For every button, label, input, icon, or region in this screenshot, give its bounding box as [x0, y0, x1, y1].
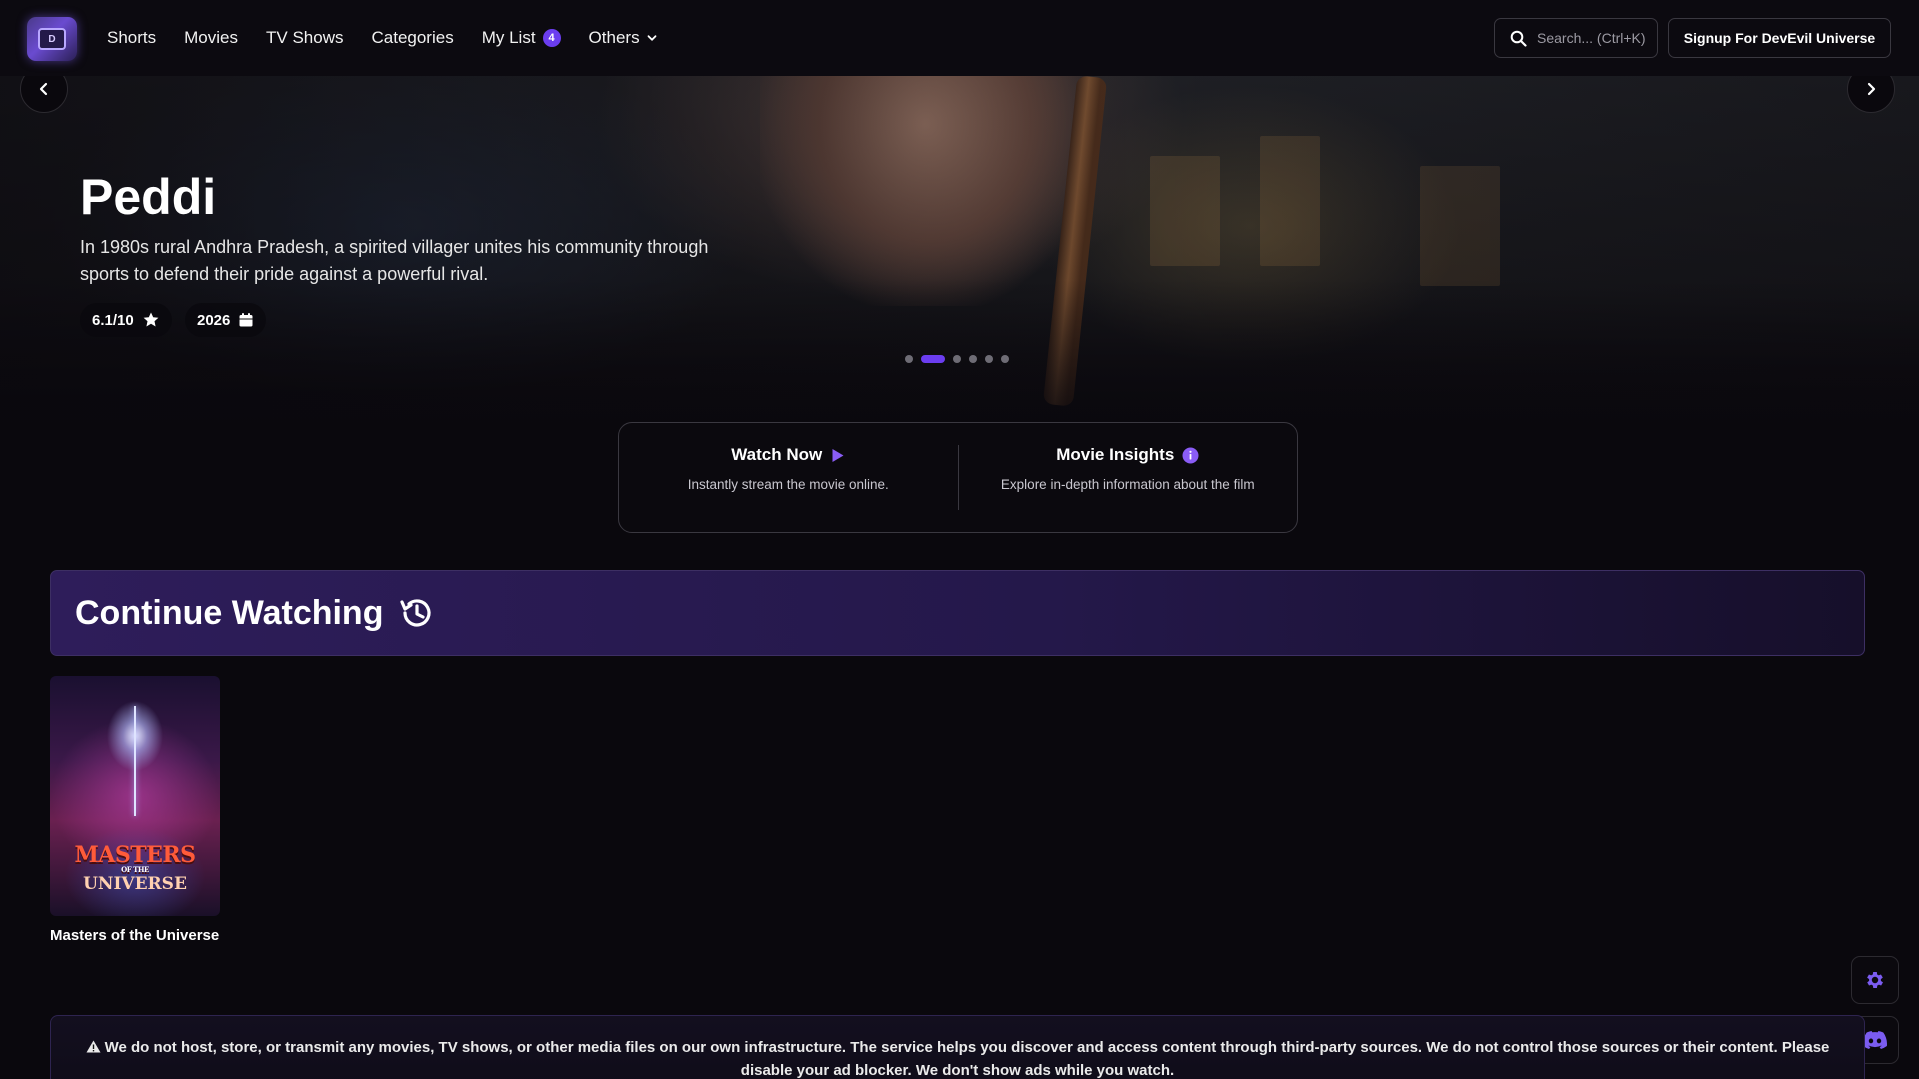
- search-icon: [1510, 30, 1527, 47]
- warning-icon: [86, 1040, 101, 1053]
- hero-title: Peddi: [80, 169, 217, 225]
- disclaimer-text: We do not host, store, or transmit any m…: [104, 1039, 1830, 1079]
- search-input[interactable]: Search... (Ctrl+K): [1494, 18, 1658, 58]
- nav-link-label: Others: [588, 28, 640, 47]
- continue-watching-item-title[interactable]: Masters of the Universe: [50, 927, 219, 944]
- nav-link-others[interactable]: Others: [589, 28, 657, 48]
- nav-link-label: Categories: [371, 28, 454, 47]
- continue-watching-header: Continue Watching: [50, 570, 1865, 656]
- nav-link-categories[interactable]: Categories: [371, 28, 453, 48]
- watch-now-label: Watch Now: [731, 445, 823, 464]
- site-logo[interactable]: D: [27, 17, 77, 61]
- hero-description: In 1980s rural Andhra Pradesh, a spirite…: [80, 237, 709, 284]
- star-icon: [143, 312, 159, 327]
- rating-chip: 6.1/10: [80, 303, 172, 337]
- movie-insights-button[interactable]: Movie Insights Explore in-depth informat…: [959, 423, 1298, 532]
- top-navbar: D Shorts Movies TV Shows Categories My L…: [0, 0, 1919, 76]
- carousel-indicators: [905, 355, 1009, 363]
- watch-now-subtitle: Instantly stream the movie online.: [687, 477, 889, 492]
- logo-mark: D: [38, 28, 66, 50]
- nav-link-label: Movies: [184, 28, 238, 47]
- carousel-dot[interactable]: [953, 355, 961, 363]
- movie-insights-subtitle: Explore in-depth information about the f…: [1000, 477, 1255, 492]
- watch-now-button[interactable]: Watch Now Instantly stream the movie onl…: [619, 423, 958, 532]
- nav-links: Shorts Movies TV Shows Categories My Lis…: [107, 0, 657, 76]
- discord-icon: [1863, 1031, 1887, 1049]
- play-icon: [832, 448, 844, 462]
- poster-line: UNIVERSE: [83, 874, 187, 894]
- carousel-dot[interactable]: [969, 355, 977, 363]
- nav-link-movies[interactable]: Movies: [184, 28, 238, 48]
- nav-link-shorts[interactable]: Shorts: [107, 28, 156, 48]
- chevron-left-icon: [39, 82, 48, 96]
- watch-now-title: Watch Now: [731, 445, 845, 465]
- rating-value: 6.1/10: [92, 311, 134, 329]
- chevron-right-icon: [1867, 82, 1876, 96]
- disclaimer-banner: We do not host, store, or transmit any m…: [50, 1015, 1865, 1079]
- nav-link-my-list[interactable]: My List 4: [482, 28, 561, 48]
- movie-insights-title: Movie Insights: [1056, 445, 1199, 465]
- signup-button[interactable]: Signup For DevEvil Universe: [1668, 18, 1891, 58]
- nav-link-label: My List: [481, 28, 536, 47]
- search-placeholder: Search... (Ctrl+K): [1537, 30, 1646, 46]
- nav-link-label: TV Shows: [266, 28, 344, 47]
- poster-title-text: MASTERS OF THE: [50, 844, 220, 874]
- info-icon: [1182, 447, 1199, 463]
- poster-art: [134, 706, 136, 816]
- calendar-icon: [239, 313, 253, 327]
- continue-watching-poster[interactable]: MASTERS OF THE UNIVERSE: [50, 676, 220, 916]
- year-value: 2026: [197, 311, 231, 329]
- carousel-dot-active[interactable]: [921, 355, 945, 363]
- carousel-dot[interactable]: [985, 355, 993, 363]
- movie-insights-label: Movie Insights: [1056, 445, 1175, 464]
- nav-link-tv-shows[interactable]: TV Shows: [266, 28, 343, 48]
- my-list-count-badge: 4: [542, 29, 561, 47]
- settings-button[interactable]: [1851, 956, 1899, 1004]
- continue-watching-title: Continue Watching: [75, 593, 384, 632]
- history-icon: [400, 599, 432, 627]
- nav-link-label: Shorts: [107, 28, 157, 47]
- carousel-dot[interactable]: [905, 355, 913, 363]
- hero-action-card: Watch Now Instantly stream the movie onl…: [618, 422, 1298, 533]
- chevron-down-icon: [647, 35, 656, 41]
- year-chip: 2026: [185, 303, 267, 337]
- carousel-dot[interactable]: [1001, 355, 1009, 363]
- gear-icon: [1867, 972, 1883, 988]
